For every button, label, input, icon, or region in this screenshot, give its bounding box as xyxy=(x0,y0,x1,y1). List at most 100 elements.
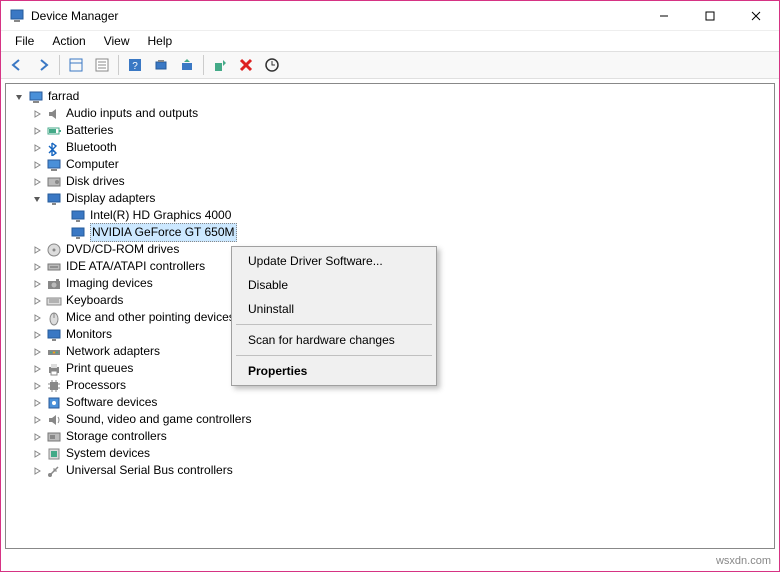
menubar: File Action View Help xyxy=(1,31,779,51)
tree-category-label: Computer xyxy=(66,156,119,173)
enable-button[interactable] xyxy=(208,53,232,77)
tree-category-label: System devices xyxy=(66,445,150,462)
tree-category-label: Print queues xyxy=(66,360,133,377)
tree-category[interactable]: Universal Serial Bus controllers xyxy=(6,462,774,479)
context-menu-item[interactable]: Disable xyxy=(234,273,434,297)
expand-icon[interactable] xyxy=(30,277,44,291)
tree-category-label: Imaging devices xyxy=(66,275,153,292)
tree-category-label: Batteries xyxy=(66,122,113,139)
tree-category[interactable]: Bluetooth xyxy=(6,139,774,156)
close-button[interactable] xyxy=(733,1,779,31)
toolbar-separator xyxy=(203,55,204,75)
expand-icon[interactable] xyxy=(30,396,44,410)
expand-icon[interactable] xyxy=(30,345,44,359)
spacer xyxy=(54,209,68,223)
expand-icon[interactable] xyxy=(30,124,44,138)
show-hide-tree-button[interactable] xyxy=(64,53,88,77)
mouse-icon xyxy=(46,310,62,326)
tree-category[interactable]: Storage controllers xyxy=(6,428,774,445)
tree-category-label: Bluetooth xyxy=(66,139,117,156)
tree-category-label: Disk drives xyxy=(66,173,125,190)
properties-button[interactable] xyxy=(90,53,114,77)
keyboard-icon xyxy=(46,293,62,309)
tree-category-label: Network adapters xyxy=(66,343,160,360)
scan-button[interactable] xyxy=(149,53,173,77)
menu-action[interactable]: Action xyxy=(44,32,93,50)
display-icon xyxy=(70,208,86,224)
scan-hardware-button[interactable] xyxy=(260,53,284,77)
tree-category[interactable]: Sound, video and game controllers xyxy=(6,411,774,428)
expand-icon[interactable] xyxy=(30,430,44,444)
maximize-button[interactable] xyxy=(687,1,733,31)
tree-category[interactable]: Computer xyxy=(6,156,774,173)
uninstall-button[interactable] xyxy=(234,53,258,77)
expand-icon[interactable] xyxy=(30,107,44,121)
tree-category[interactable]: Batteries xyxy=(6,122,774,139)
expand-icon[interactable] xyxy=(30,260,44,274)
display-icon xyxy=(46,191,62,207)
tree-device[interactable]: Intel(R) HD Graphics 4000 xyxy=(6,207,774,224)
expand-icon[interactable] xyxy=(30,141,44,155)
context-menu-item[interactable]: Update Driver Software... xyxy=(234,249,434,273)
collapse-icon[interactable] xyxy=(30,192,44,206)
tree-category[interactable]: System devices xyxy=(6,445,774,462)
tree-category[interactable]: Software devices xyxy=(6,394,774,411)
expand-icon[interactable] xyxy=(30,294,44,308)
tree-category-label: Software devices xyxy=(66,394,157,411)
minimize-button[interactable] xyxy=(641,1,687,31)
expand-icon[interactable] xyxy=(30,362,44,376)
context-menu-separator xyxy=(236,324,432,325)
tree-category-label: Sound, video and game controllers xyxy=(66,411,251,428)
menu-help[interactable]: Help xyxy=(140,32,181,50)
tree-category-label: DVD/CD-ROM drives xyxy=(66,241,179,258)
expand-icon[interactable] xyxy=(30,158,44,172)
app-icon xyxy=(9,8,25,24)
sound-icon xyxy=(46,412,62,428)
monitor-icon xyxy=(46,327,62,343)
svg-text:?: ? xyxy=(132,61,138,72)
tree-category[interactable]: Disk drives xyxy=(6,173,774,190)
expand-icon[interactable] xyxy=(30,311,44,325)
menu-file[interactable]: File xyxy=(7,32,42,50)
display-icon xyxy=(70,225,86,241)
tree-category[interactable]: Display adapters xyxy=(6,190,774,207)
storage-icon xyxy=(46,429,62,445)
usb-icon xyxy=(46,463,62,479)
tree-category-label: Monitors xyxy=(66,326,112,343)
tree-category-label: Display adapters xyxy=(66,190,155,207)
imaging-icon xyxy=(46,276,62,292)
expand-icon[interactable] xyxy=(30,447,44,461)
software-icon xyxy=(46,395,62,411)
context-menu-item[interactable]: Scan for hardware changes xyxy=(234,328,434,352)
bluetooth-icon xyxy=(46,140,62,156)
update-driver-button[interactable] xyxy=(175,53,199,77)
expand-icon[interactable] xyxy=(30,328,44,342)
printer-icon xyxy=(46,361,62,377)
context-menu: Update Driver Software...DisableUninstal… xyxy=(231,246,437,386)
help-button[interactable]: ? xyxy=(123,53,147,77)
tree-root[interactable]: farrad xyxy=(6,88,774,105)
computer-icon xyxy=(28,89,44,105)
computer-icon xyxy=(46,157,62,173)
tree-category[interactable]: Audio inputs and outputs xyxy=(6,105,774,122)
collapse-icon[interactable] xyxy=(12,90,26,104)
expand-icon[interactable] xyxy=(30,379,44,393)
tree-category-label: Processors xyxy=(66,377,126,394)
expand-icon[interactable] xyxy=(30,413,44,427)
context-menu-item[interactable]: Uninstall xyxy=(234,297,434,321)
forward-button[interactable] xyxy=(31,53,55,77)
expand-icon[interactable] xyxy=(30,243,44,257)
tree-category-label: Audio inputs and outputs xyxy=(66,105,198,122)
window-title: Device Manager xyxy=(31,9,118,23)
menu-view[interactable]: View xyxy=(96,32,138,50)
ide-icon xyxy=(46,259,62,275)
tree-device[interactable]: NVIDIA GeForce GT 650M xyxy=(6,224,774,241)
expand-icon[interactable] xyxy=(30,464,44,478)
system-icon xyxy=(46,446,62,462)
expand-icon[interactable] xyxy=(30,175,44,189)
toolbar-separator xyxy=(118,55,119,75)
context-menu-item[interactable]: Properties xyxy=(234,359,434,383)
back-button[interactable] xyxy=(5,53,29,77)
tree-category-label: Universal Serial Bus controllers xyxy=(66,462,233,479)
tree-root-label: farrad xyxy=(48,88,79,105)
